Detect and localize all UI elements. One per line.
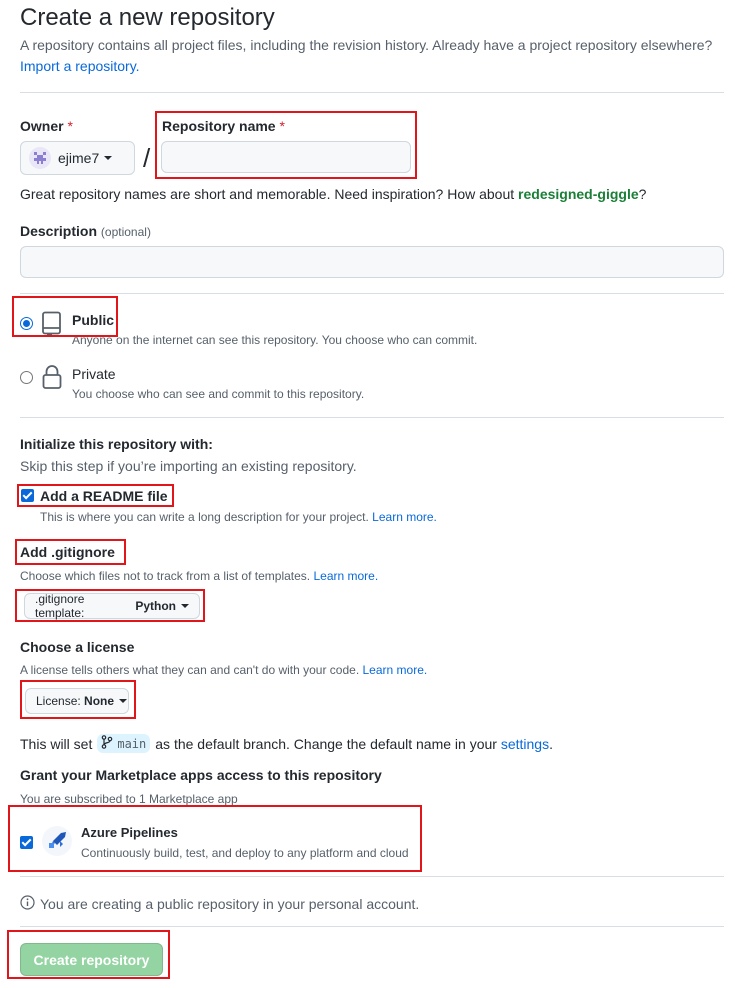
chevron-down-icon (104, 156, 113, 160)
branch-icon (101, 735, 113, 752)
license-learn-more-link[interactable]: Learn more. (363, 663, 428, 677)
license-description: A license tells others what they can and… (20, 663, 428, 677)
lock-icon (41, 364, 63, 395)
divider (20, 876, 724, 877)
owner-repo-separator: / (143, 143, 151, 173)
marketplace-subtitle: You are subscribed to 1 Marketplace app (20, 792, 238, 806)
highlight-box (155, 111, 417, 179)
import-repository-link[interactable]: Import a repository. (20, 58, 140, 74)
name-suggestion-hint: Great repository names are short and mem… (20, 186, 647, 202)
highlight-box (15, 589, 205, 622)
initialize-title: Initialize this repository with: (20, 436, 213, 452)
readme-description: This is where you can write a long descr… (40, 510, 437, 524)
divider (20, 417, 724, 418)
private-title: Private (72, 366, 116, 382)
visibility-notice: You are creating a public repository in … (20, 895, 419, 913)
description-input[interactable] (20, 246, 724, 278)
page-title: Create a new repository (20, 4, 275, 31)
page-description: A repository contains all project files,… (20, 37, 713, 74)
divider (20, 293, 724, 294)
public-description: Anyone on the internet can see this repo… (72, 333, 478, 347)
license-title: Choose a license (20, 639, 135, 655)
highlight-box (8, 805, 422, 872)
owner-label: Owner * (20, 118, 73, 134)
private-radio[interactable] (20, 371, 33, 384)
highlight-box (15, 539, 126, 565)
highlight-box (12, 296, 118, 337)
suggested-name-link[interactable]: redesigned-giggle (518, 186, 639, 202)
highlight-box (7, 930, 170, 979)
description-label: Description (optional) (20, 223, 151, 239)
highlight-box (17, 484, 174, 507)
private-description: You choose who can see and commit to thi… (72, 387, 365, 401)
gitignore-description: Choose which files not to track from a l… (20, 569, 379, 583)
highlight-box (20, 680, 136, 719)
divider (20, 926, 724, 927)
owner-select[interactable]: ejime7 (20, 141, 135, 175)
info-icon (20, 895, 35, 913)
readme-learn-more-link[interactable]: Learn more. (372, 510, 437, 524)
divider (20, 92, 724, 93)
marketplace-title: Grant your Marketplace apps access to th… (20, 767, 382, 783)
default-branch-note: This will set main as the default branch… (20, 734, 553, 753)
settings-link[interactable]: settings (501, 736, 549, 752)
avatar-identicon (29, 147, 51, 169)
initialize-subtitle: Skip this step if you’re importing an ex… (20, 458, 357, 474)
branch-badge: main (97, 734, 151, 753)
gitignore-learn-more-link[interactable]: Learn more. (313, 569, 378, 583)
